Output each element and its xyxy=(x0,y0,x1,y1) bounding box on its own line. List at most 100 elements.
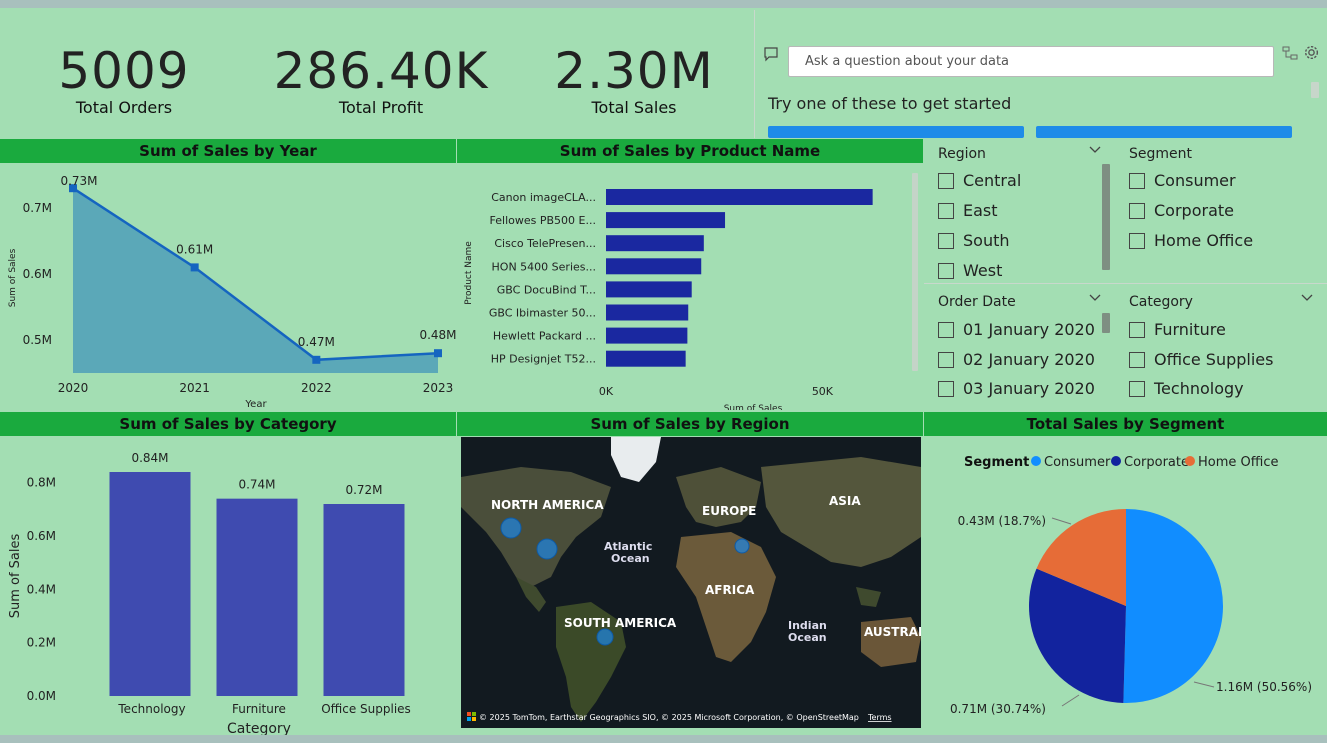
y-axis-title: Sum of Sales xyxy=(8,534,23,619)
checkbox[interactable] xyxy=(938,351,954,368)
category-slicer-title: Category xyxy=(1129,294,1193,310)
product-bar[interactable] xyxy=(606,304,689,321)
qa-hierarchy-icon[interactable] xyxy=(1282,45,1298,65)
x-tick-label: Office Supplies xyxy=(321,702,411,716)
data-label: 0.73M xyxy=(60,174,97,188)
leader-line xyxy=(1061,694,1080,707)
product-chart-scrollbar[interactable] xyxy=(912,173,918,371)
y-tick-label: 0.6M xyxy=(23,267,52,281)
product-bar[interactable] xyxy=(606,235,704,252)
map-label: EUROPE xyxy=(702,504,756,518)
checkbox[interactable] xyxy=(1129,321,1145,338)
map-bubble-central[interactable] xyxy=(536,538,558,560)
category-option-furniture[interactable]: Furniture xyxy=(1129,320,1226,339)
map-attribution: © 2025 TomTom, Earthstar Geographics SIO… xyxy=(479,713,859,722)
gear-icon[interactable] xyxy=(1303,44,1320,65)
kpi-label: Total Profit xyxy=(338,98,424,117)
report-canvas: 5009 Total Orders 286.40K Total Profit 2… xyxy=(0,8,1327,735)
order-date-scrollbar[interactable] xyxy=(1102,313,1110,333)
map-bubble-west[interactable] xyxy=(500,517,522,539)
data-label: 0.61M xyxy=(176,242,213,256)
region-option-central[interactable]: Central xyxy=(938,171,1021,190)
order-date-option[interactable]: 03 January 2020 xyxy=(938,379,1095,398)
chevron-down-icon[interactable] xyxy=(1088,143,1102,158)
category-bar[interactable] xyxy=(323,504,405,696)
map-bubble-east[interactable] xyxy=(734,538,750,554)
order-date-slicer-title: Order Date xyxy=(938,294,1016,310)
kpi-total-sales: 2.30M Total Sales xyxy=(544,42,724,117)
product-bar[interactable] xyxy=(606,281,692,298)
map-bubble-south[interactable] xyxy=(596,628,614,646)
map-label: Ocean xyxy=(788,631,827,644)
checkbox[interactable] xyxy=(938,232,954,249)
data-point[interactable] xyxy=(312,355,321,364)
chevron-down-icon[interactable] xyxy=(1088,291,1102,306)
product-bar[interactable] xyxy=(606,350,686,367)
checkbox[interactable] xyxy=(938,262,954,279)
y-tick-label: 0.8M xyxy=(27,476,56,490)
data-label: 0.71M (30.74%) xyxy=(950,702,1046,716)
world-map[interactable]: NORTH AMERICA EUROPE ASIA Atlantic Ocean… xyxy=(461,437,921,728)
option-label: Furniture xyxy=(1154,320,1226,339)
data-label: 0.43M (18.7%) xyxy=(958,514,1046,528)
option-label: South xyxy=(963,231,1010,250)
qa-scrollbar[interactable] xyxy=(1311,82,1319,98)
checkbox[interactable] xyxy=(938,202,954,219)
segment-option-corporate[interactable]: Corporate xyxy=(1129,201,1234,220)
checkbox[interactable] xyxy=(938,172,954,189)
year-chart-title: Sum of Sales by Year xyxy=(0,139,456,163)
region-option-east[interactable]: East xyxy=(938,201,998,220)
checkbox[interactable] xyxy=(938,380,954,397)
data-point[interactable] xyxy=(190,263,199,272)
legend-marker xyxy=(1185,456,1195,466)
y-tick-label: 0.7M xyxy=(23,201,52,215)
checkbox[interactable] xyxy=(1129,232,1145,249)
order-date-option[interactable]: 01 January 2020 xyxy=(938,320,1095,339)
segment-option-home-office[interactable]: Home Office xyxy=(1129,231,1253,250)
option-label: West xyxy=(963,261,1003,280)
category-option-office-supplies[interactable]: Office Supplies xyxy=(1129,350,1273,369)
option-label: Technology xyxy=(1154,379,1244,398)
map-label: AFRICA xyxy=(705,583,755,597)
checkbox[interactable] xyxy=(1129,172,1145,189)
segment-option-consumer[interactable]: Consumer xyxy=(1129,171,1236,190)
region-option-south[interactable]: South xyxy=(938,231,1010,250)
y-axis-title: Product Name xyxy=(464,241,474,305)
x-tick-label: 0K xyxy=(599,385,614,398)
checkbox[interactable] xyxy=(938,321,954,338)
y-tick-label: 0.6M xyxy=(27,529,56,543)
product-bar[interactable] xyxy=(606,189,873,205)
region-option-west[interactable]: West xyxy=(938,261,1002,280)
kpi-label: Total Orders xyxy=(75,98,173,117)
kpi-value: 5009 xyxy=(58,42,190,100)
x-axis-title: Year xyxy=(244,399,267,410)
qa-suggestion-button-2[interactable] xyxy=(1036,126,1292,138)
qa-search-input[interactable]: Ask a question about your data xyxy=(788,46,1274,77)
kpi-total-orders: 5009 Total Orders xyxy=(44,42,204,117)
y-axis-title: Sum of Sales xyxy=(8,248,18,307)
checkbox[interactable] xyxy=(1129,380,1145,397)
segment-pie-chart: Segment Consumer Corporate Home Office 1.16M… xyxy=(950,455,1312,716)
slicers-panel: Region Central East South West Segment C… xyxy=(924,139,1327,410)
kpi-value: 2.30M xyxy=(554,42,714,100)
product-bar[interactable] xyxy=(606,327,688,344)
qa-chat-icon[interactable] xyxy=(763,46,779,66)
legend-label: Corporate xyxy=(1124,455,1189,470)
data-point[interactable] xyxy=(434,349,442,358)
map-terms-link[interactable]: Terms xyxy=(867,713,892,722)
leader-line xyxy=(1051,517,1072,525)
category-option-technology[interactable]: Technology xyxy=(1129,379,1244,398)
checkbox[interactable] xyxy=(1129,202,1145,219)
product-bar[interactable] xyxy=(606,212,726,229)
pie-slice[interactable] xyxy=(1123,509,1223,703)
chevron-down-icon[interactable] xyxy=(1300,291,1314,306)
order-date-option[interactable]: 02 January 2020 xyxy=(938,350,1095,369)
qa-suggestion-button-1[interactable] xyxy=(768,126,1024,138)
region-scrollbar[interactable] xyxy=(1102,164,1110,270)
map-label: Ocean xyxy=(611,552,650,565)
category-bar[interactable] xyxy=(109,472,191,696)
legend-label: Consumer xyxy=(1044,455,1111,470)
category-bar[interactable] xyxy=(216,498,298,696)
checkbox[interactable] xyxy=(1129,351,1145,368)
product-bar[interactable] xyxy=(606,258,702,275)
